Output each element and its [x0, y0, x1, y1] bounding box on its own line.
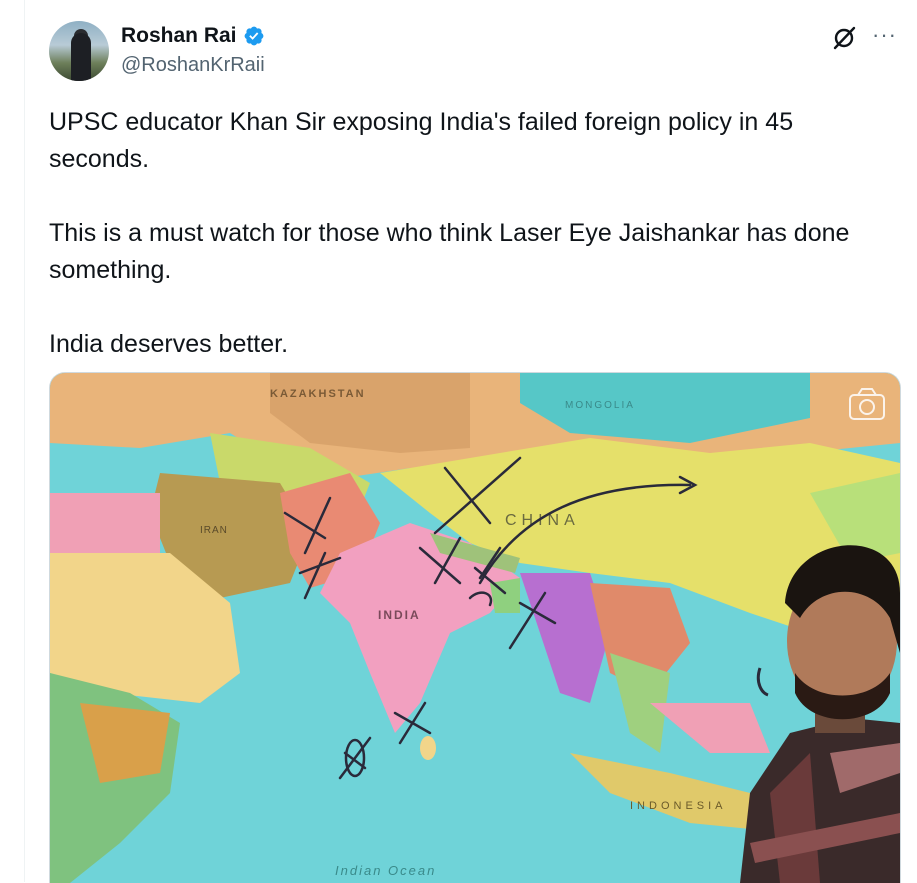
more-icon[interactable]: ··· — [872, 24, 897, 46]
map-label-china: CHINA — [505, 512, 580, 529]
timeline-border — [24, 0, 25, 882]
author-name-row[interactable]: Roshan Rai — [121, 24, 265, 48]
map-label-indian-ocean: Indian Ocean — [335, 863, 436, 878]
author-display-name[interactable]: Roshan Rai — [121, 24, 237, 48]
tweet-media-video[interactable]: KAZAKHSTAN MONGOLIA CHINA IRAN INDIA IND… — [49, 372, 901, 883]
map-label-indonesia: INDONESIA — [630, 800, 727, 812]
map-label-kazakhstan: KAZAKHSTAN — [270, 388, 366, 400]
map-label-iran: IRAN — [200, 525, 228, 536]
grok-icon[interactable] — [830, 24, 858, 52]
avatar[interactable] — [49, 21, 109, 81]
map-video-frame: KAZAKHSTAN MONGOLIA CHINA IRAN INDIA IND… — [50, 373, 900, 883]
map-label-india: INDIA — [378, 608, 421, 622]
author-handle[interactable]: @RoshanKrRaii — [121, 54, 265, 77]
tweet-text: UPSC educator Khan Sir exposing India's … — [49, 108, 850, 358]
map-label-mongolia: MONGOLIA — [565, 400, 635, 411]
verified-badge-icon — [244, 26, 263, 46]
avatar-figure — [71, 33, 91, 81]
